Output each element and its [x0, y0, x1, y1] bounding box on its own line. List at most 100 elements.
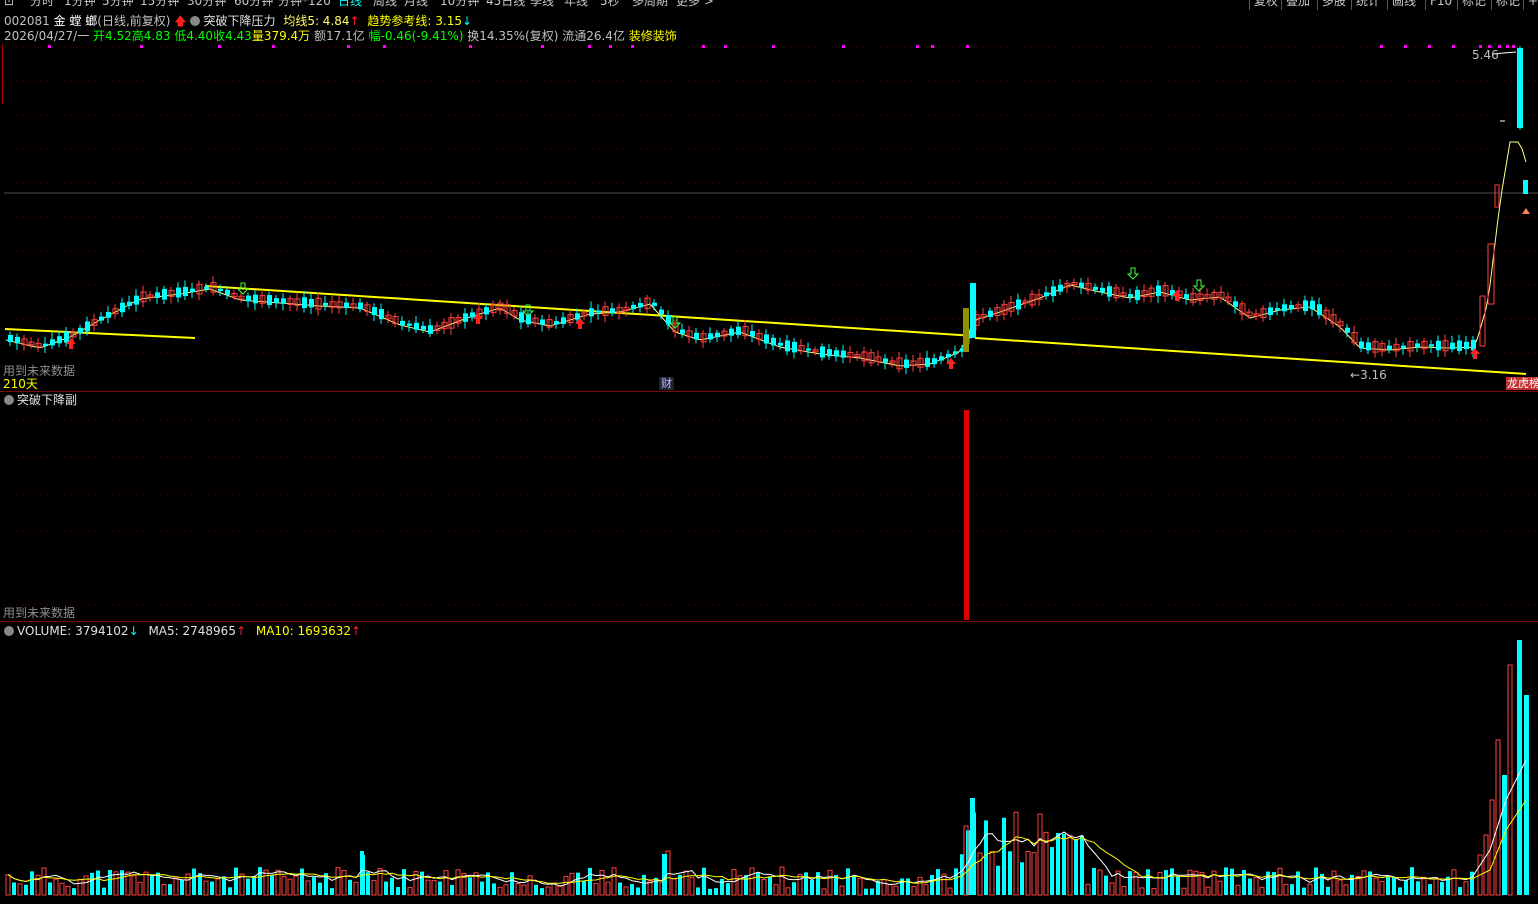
candle-down [554, 321, 559, 325]
volume-bar-down [1128, 871, 1132, 895]
volume-bar-down [480, 881, 484, 895]
volume-bar-down [1416, 881, 1420, 895]
candle-down [1275, 308, 1280, 311]
volume-bar-down [102, 887, 106, 895]
signal-dot [541, 45, 544, 48]
dragon-tiger-label: 龙虎榜 [1506, 377, 1538, 390]
volume-bar-up [341, 869, 347, 896]
volume-bar-down [90, 872, 94, 895]
volume-bar-down [618, 882, 622, 895]
signal-dot [702, 45, 705, 48]
volume-bar-down [1224, 867, 1228, 895]
volume-bar-down [1092, 867, 1096, 895]
volume-bar-up [281, 876, 287, 896]
candle-down [1044, 292, 1049, 297]
candle-down [1303, 300, 1308, 312]
volume-bar-down [1517, 640, 1522, 895]
volume-bar-up [1463, 881, 1469, 896]
signal-dot [469, 45, 472, 48]
volume-bar-up [1283, 883, 1289, 896]
candle-down [246, 295, 251, 302]
volume-bar-up [263, 869, 269, 896]
volume-bar-up [1181, 887, 1187, 896]
volume-bar-up [5, 874, 11, 896]
finance-marker[interactable]: 财 [659, 377, 674, 390]
volume-bar-up [557, 885, 563, 896]
volume-bar-down [234, 867, 238, 895]
signal-dot [1380, 45, 1383, 48]
small-marker-icon [1522, 208, 1530, 214]
volume-bar-down [804, 872, 808, 895]
volume-bar-up [41, 867, 47, 896]
volume-bar-down [228, 887, 232, 895]
volume-bar-up [1013, 811, 1019, 896]
volume-bar-down [108, 869, 112, 895]
volume-bar-up [821, 888, 827, 896]
candle-down [1457, 340, 1462, 351]
volume-bar-up [521, 884, 527, 896]
candle-down [267, 295, 272, 305]
volume-bar-down [756, 872, 760, 895]
volume-bar-down [1230, 868, 1234, 895]
candle-down [736, 326, 741, 335]
volume-bar-up [623, 886, 629, 896]
volume-bar-down [1008, 851, 1012, 895]
volume-bar-up [917, 876, 923, 896]
volume-bar-up [761, 879, 767, 896]
volume-ma5: MA5: 2748965 [148, 624, 236, 638]
volume-bar-up [839, 885, 845, 896]
trend-line-1 [4, 328, 196, 339]
candle-down [1401, 345, 1406, 349]
volume-bar-up [551, 883, 557, 896]
volume-bar-up [1355, 875, 1361, 896]
dragon-tiger-badge[interactable]: 龙虎榜跌 [1506, 377, 1538, 390]
volume-ma5-line [7, 759, 1527, 887]
volume-bar-down [654, 877, 658, 895]
volume-bar-down [1326, 886, 1330, 895]
volume-bar-down [930, 875, 934, 895]
signal-dot [772, 45, 775, 48]
candle-down [820, 346, 825, 358]
volume-bar-up [1205, 886, 1211, 896]
candle-down [1268, 307, 1273, 315]
candle-down [1058, 284, 1063, 292]
volume-bar-down [662, 854, 667, 895]
volume-bar-up [53, 878, 59, 896]
volume-bar-down [510, 872, 514, 895]
volume-bar-down [1080, 835, 1084, 895]
volume-bar-up [569, 872, 575, 896]
volume-bar-down [396, 887, 400, 895]
volume-bar-down [1146, 869, 1150, 895]
volume-bar-up [203, 880, 209, 896]
candle-down [1415, 343, 1420, 348]
volume-bar-up [1109, 882, 1115, 896]
signal-dot [140, 45, 143, 48]
volume-menu-icon[interactable] [4, 626, 14, 636]
candle-down [785, 340, 790, 352]
kline-chart[interactable] [0, 0, 1538, 904]
volume-bar-up [77, 878, 83, 896]
candle-down [1233, 301, 1238, 307]
candle-down [834, 350, 839, 357]
candle-down [463, 313, 468, 322]
volume-bar-down [1458, 887, 1462, 895]
sub-indicator-name: 突破下降副 [17, 393, 78, 407]
sub-indicator-title[interactable]: 突破下降副 [4, 394, 77, 407]
volume-bar-down [270, 875, 274, 895]
signal-dot [1512, 45, 1515, 48]
candle-down [358, 302, 363, 310]
volume-bar-down [1170, 868, 1174, 895]
candle-down [953, 351, 958, 355]
volume-bar-up [377, 868, 383, 896]
candle-down [729, 328, 734, 336]
volume-bar-down [630, 884, 634, 895]
volume-bar-up [497, 886, 503, 896]
low-price-label: ←3.16 [1350, 368, 1387, 382]
candle-down [281, 298, 286, 304]
candle-down [274, 298, 279, 303]
volume-bar-up [1133, 871, 1139, 896]
candle-down [610, 308, 615, 314]
candle-down [190, 288, 195, 293]
sub-indicator-menu-icon[interactable] [4, 395, 14, 405]
volume-bar-up [611, 867, 617, 896]
